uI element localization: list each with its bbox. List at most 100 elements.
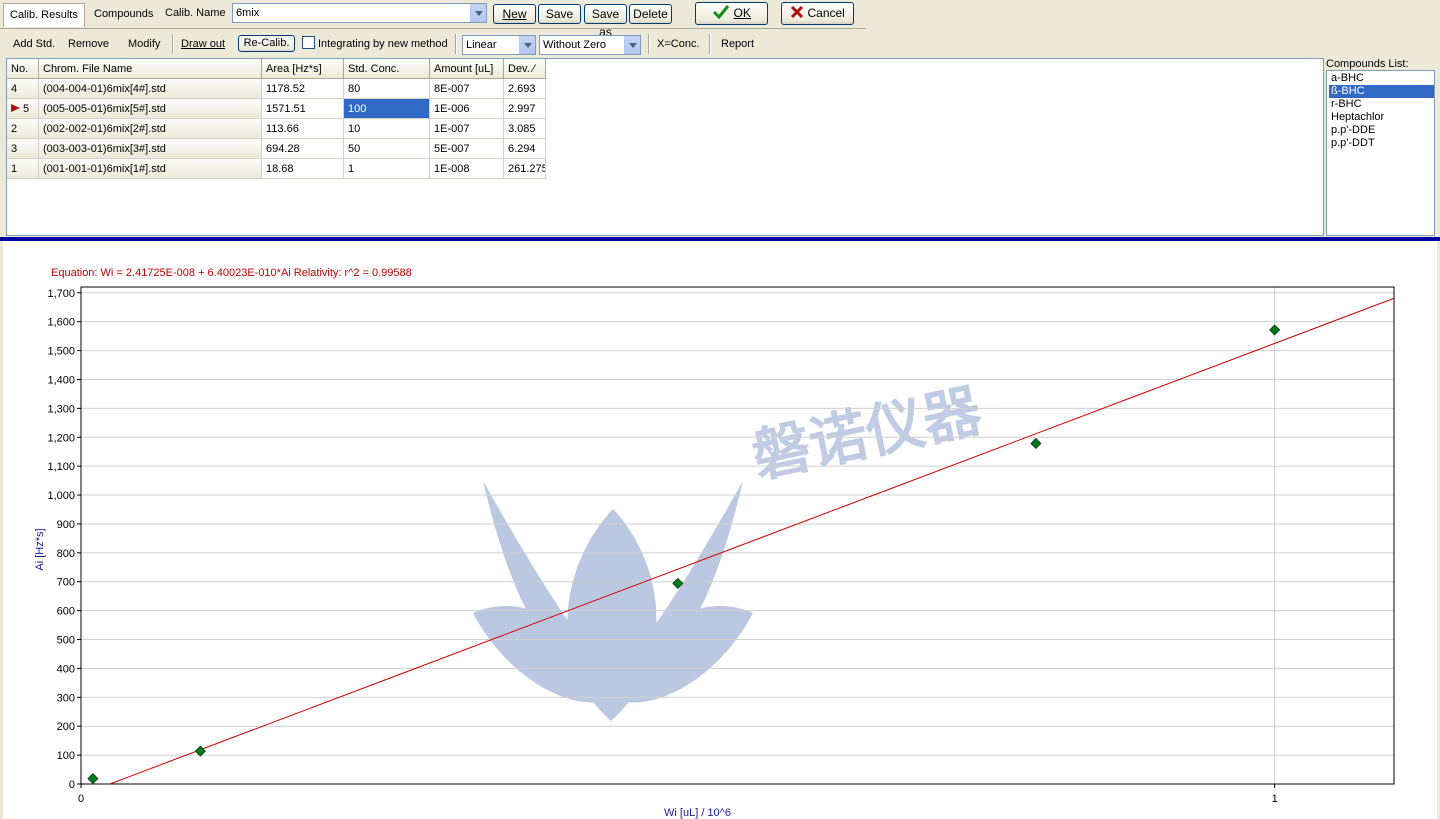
tab-calib-results[interactable]: Calib. Results bbox=[3, 3, 85, 27]
x-tick-label: 0 bbox=[78, 793, 84, 805]
table-cell[interactable]: 3.085 bbox=[504, 119, 546, 139]
table-cell-text: (001-001-01)6mix[1#].std bbox=[43, 163, 166, 175]
row-number[interactable]: 4 bbox=[7, 79, 39, 99]
table-cell-text: 2.693 bbox=[508, 83, 536, 95]
table-cell[interactable]: 261.275 bbox=[504, 159, 546, 179]
add-std-button[interactable]: Add Std. bbox=[13, 35, 55, 53]
column-header[interactable]: Chrom. File Name bbox=[39, 59, 262, 79]
column-header[interactable]: Area [Hz*s] bbox=[262, 59, 344, 79]
y-tick-label: 400 bbox=[57, 663, 75, 675]
table-cell[interactable]: (002-002-01)6mix[2#].std bbox=[39, 119, 262, 139]
table-cell-text: (005-005-01)6mix[5#].std bbox=[43, 103, 166, 115]
table-cell[interactable]: 1E-007 bbox=[430, 119, 504, 139]
column-header-text: Amount [uL] bbox=[434, 63, 494, 75]
y-axis-label: Ai [Hz*s] bbox=[34, 528, 46, 570]
save-button[interactable]: Save bbox=[538, 4, 581, 24]
table-cell-text: (002-002-01)6mix[2#].std bbox=[43, 123, 166, 135]
checkmark-icon bbox=[713, 5, 730, 20]
table-cell[interactable]: (001-001-01)6mix[1#].std bbox=[39, 159, 262, 179]
column-header-text: No. bbox=[11, 63, 29, 75]
integrating-checkbox[interactable] bbox=[302, 36, 315, 49]
table-cell[interactable]: 18.68 bbox=[262, 159, 344, 179]
table-cell-text: 100 bbox=[348, 103, 367, 115]
table-cell[interactable]: 8E-007 bbox=[430, 79, 504, 99]
table-cell[interactable]: 1 bbox=[344, 159, 430, 179]
table-cell-text: 694.28 bbox=[266, 143, 300, 155]
compound-list-item[interactable]: r-BHC bbox=[1329, 98, 1434, 111]
table-cell[interactable]: 80 bbox=[344, 79, 430, 99]
re-calib-button[interactable]: Re-Calib. bbox=[238, 35, 295, 52]
chevron-down-icon[interactable] bbox=[519, 36, 535, 54]
y-tick-label: 300 bbox=[57, 692, 75, 704]
compounds-list-title: Compounds List: bbox=[1326, 58, 1409, 70]
divider bbox=[0, 28, 866, 29]
table-cell-text: 1E-007 bbox=[434, 123, 470, 135]
table-cell-text: 2.997 bbox=[508, 103, 536, 115]
y-tick-label: 800 bbox=[57, 548, 75, 560]
table-cell[interactable]: 1E-006 bbox=[430, 99, 504, 119]
fit-type-value: Linear bbox=[466, 39, 497, 51]
row-number-text: 1 bbox=[11, 163, 18, 175]
table-cell[interactable]: 5E-007 bbox=[430, 139, 504, 159]
table-cell-text: 50 bbox=[348, 143, 361, 155]
compound-list-item[interactable]: p.p'-DDT bbox=[1329, 137, 1434, 150]
row-number[interactable]: 1 bbox=[7, 159, 39, 179]
delete-button[interactable]: Delete bbox=[629, 4, 672, 24]
draw-out-button[interactable]: Draw out bbox=[181, 35, 225, 53]
compound-list-item[interactable]: Heptachlor bbox=[1329, 111, 1434, 124]
table-cell[interactable]: 1178.52 bbox=[262, 79, 344, 99]
modify-button[interactable]: Modify bbox=[128, 35, 160, 53]
table-cell[interactable]: 100 bbox=[344, 99, 430, 119]
compound-list-item[interactable]: ß-BHC bbox=[1329, 85, 1434, 98]
table-cell[interactable]: (004-004-01)6mix[4#].std bbox=[39, 79, 262, 99]
column-header[interactable]: Amount [uL] bbox=[430, 59, 504, 79]
compound-list-item[interactable]: a-BHC bbox=[1329, 72, 1434, 85]
row-number-text: 2 bbox=[11, 123, 18, 135]
zero-mode-value: Without Zero bbox=[543, 39, 606, 51]
table-cell-text: 1571.51 bbox=[266, 103, 306, 115]
calibration-table[interactable]: No. Chrom. File Name Area [Hz*s] Std. Conc.… bbox=[6, 58, 1324, 236]
new-button[interactable]: New bbox=[493, 4, 536, 24]
compound-list-item[interactable]: p.p'-DDE bbox=[1329, 124, 1434, 137]
y-tick-label: 1,700 bbox=[47, 288, 75, 300]
table-cell[interactable]: 113.66 bbox=[262, 119, 344, 139]
zero-mode-select[interactable]: Without Zero bbox=[539, 35, 641, 55]
table-cell[interactable]: 1E-008 bbox=[430, 159, 504, 179]
row-number[interactable]: 3 bbox=[7, 139, 39, 159]
save-as-button[interactable]: Save as bbox=[584, 4, 627, 39]
x-conc-button[interactable]: X=Conc. bbox=[657, 35, 700, 53]
table-cell[interactable]: 2.997 bbox=[504, 99, 546, 119]
cancel-button[interactable]: Cancel bbox=[781, 2, 854, 25]
row-number[interactable]: 2 bbox=[7, 119, 39, 139]
ok-label: OK bbox=[733, 6, 751, 20]
column-header[interactable]: No. bbox=[7, 59, 39, 79]
row-number[interactable]: 5 bbox=[7, 99, 39, 119]
ok-button[interactable]: OK bbox=[695, 2, 768, 25]
table-cell[interactable]: 50 bbox=[344, 139, 430, 159]
calib-name-value: 6mix bbox=[236, 7, 260, 19]
fit-type-select[interactable]: Linear bbox=[462, 35, 536, 55]
fit-line bbox=[109, 297, 1395, 785]
row-number-text: 3 bbox=[11, 143, 18, 155]
data-point bbox=[1269, 324, 1281, 336]
table-cell[interactable]: (005-005-01)6mix[5#].std bbox=[39, 99, 262, 119]
table-cell[interactable]: 10 bbox=[344, 119, 430, 139]
table-cell-text: 1 bbox=[348, 163, 355, 175]
remove-button[interactable]: Remove bbox=[68, 35, 109, 53]
table-cell[interactable]: 2.693 bbox=[504, 79, 546, 99]
compounds-list[interactable]: a-BHC ß-BHC r-BHC Heptachlor p.p'-DDE p.p'-DD… bbox=[1326, 70, 1435, 236]
column-header[interactable]: Dev. ∕ bbox=[504, 59, 546, 79]
table-cell[interactable]: 694.28 bbox=[262, 139, 344, 159]
table-cell[interactable]: (003-003-01)6mix[3#].std bbox=[39, 139, 262, 159]
report-button[interactable]: Report bbox=[721, 35, 754, 53]
chevron-down-icon[interactable] bbox=[470, 4, 486, 22]
toolbar-separator bbox=[455, 34, 457, 54]
column-header[interactable]: Std. Conc. bbox=[344, 59, 430, 79]
calib-name-combo[interactable]: 6mix bbox=[232, 3, 487, 23]
table-cell[interactable]: 6.294 bbox=[504, 139, 546, 159]
tab-compounds[interactable]: Compounds bbox=[88, 3, 159, 26]
table-cell-text: 10 bbox=[348, 123, 361, 135]
table-cell[interactable]: 1571.51 bbox=[262, 99, 344, 119]
y-tick-label: 500 bbox=[57, 635, 75, 647]
chevron-down-icon[interactable] bbox=[624, 36, 640, 54]
